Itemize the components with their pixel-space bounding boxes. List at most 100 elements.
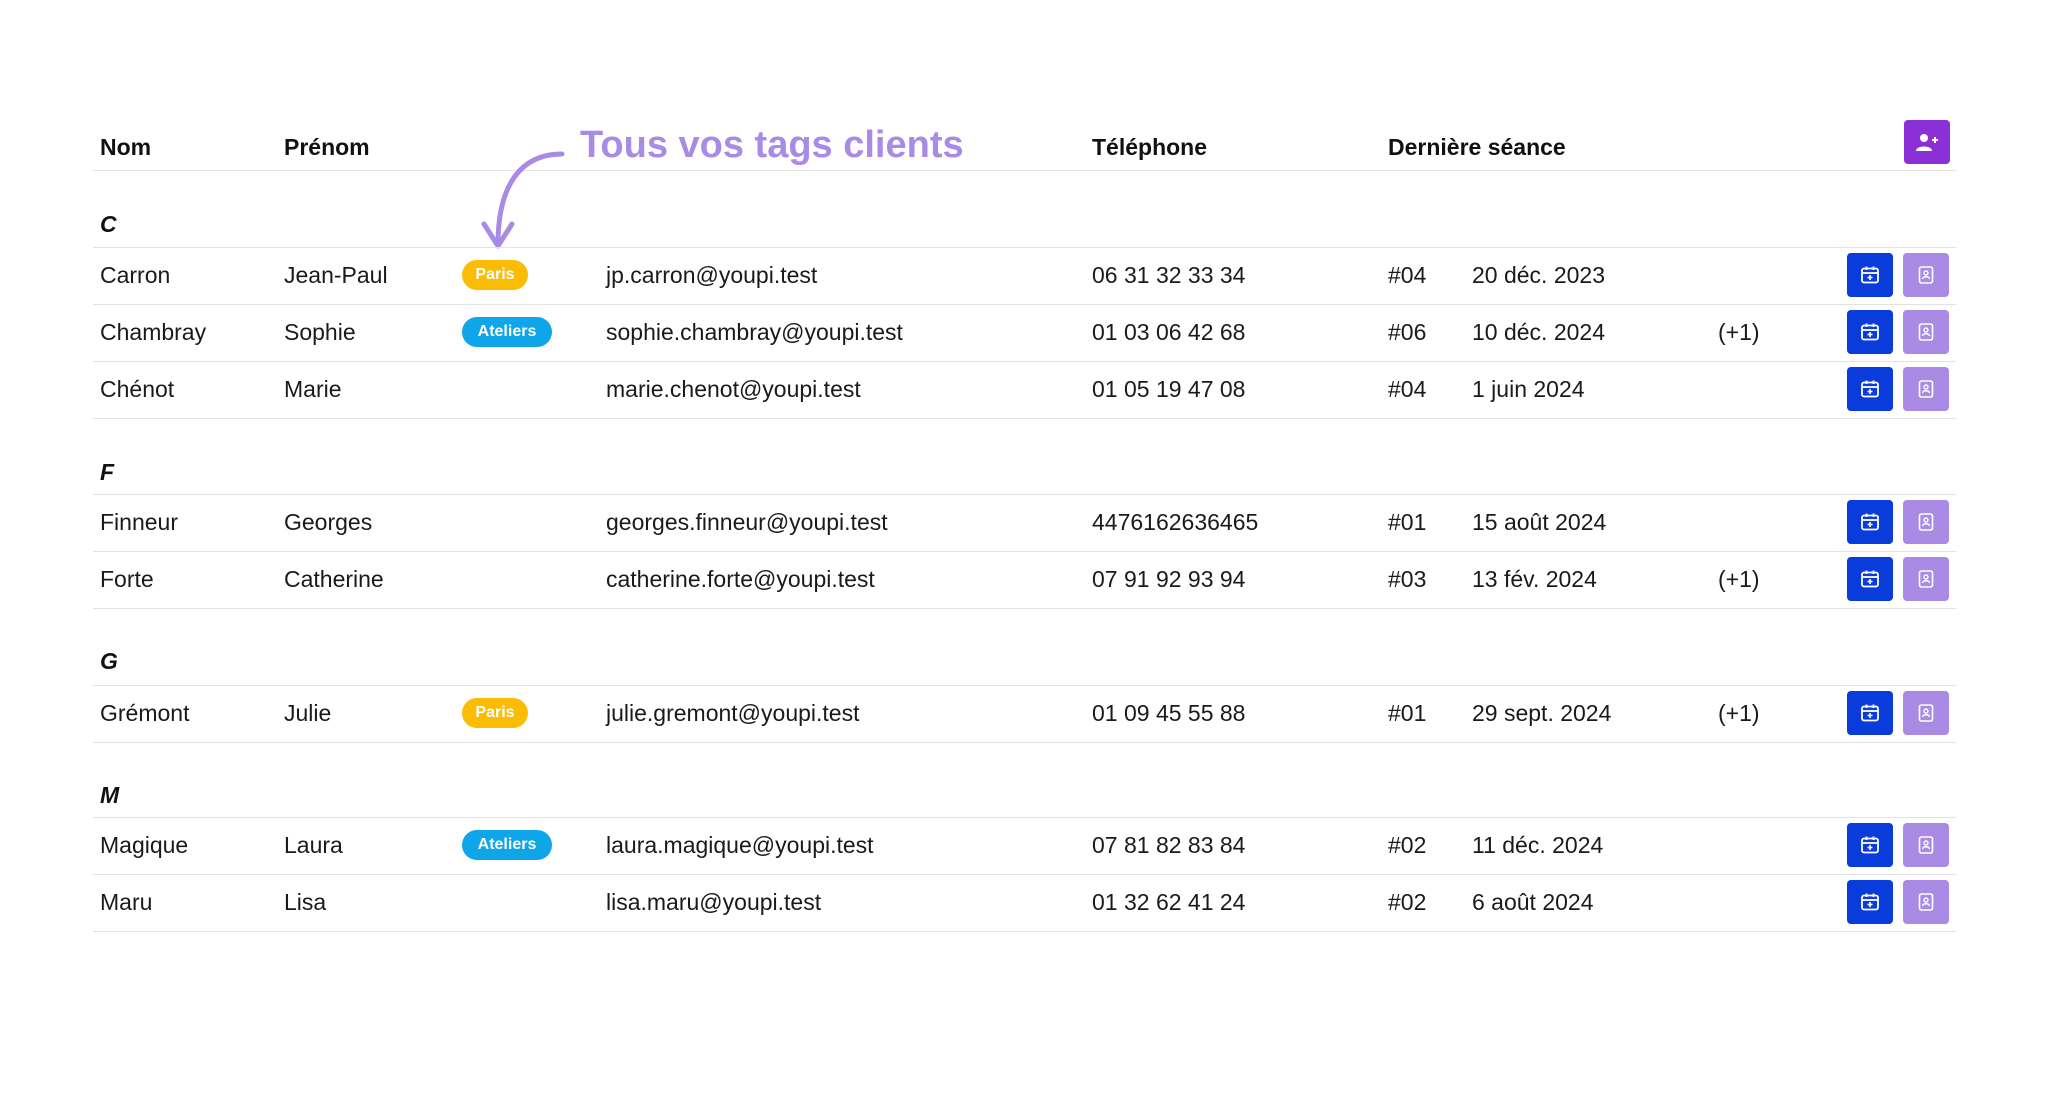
add-session-button[interactable]: [1847, 691, 1893, 735]
column-header-derniere-seance[interactable]: Dernière séance: [1388, 133, 1566, 161]
last-session-date: 1 juin 2024: [1472, 376, 1585, 402]
add-client-button[interactable]: [1904, 120, 1950, 164]
client-email[interactable]: sophie.chambray@youpi.test: [606, 318, 903, 346]
client-email[interactable]: georges.finneur@youpi.test: [606, 508, 888, 536]
client-phone[interactable]: 01 03 06 42 68: [1092, 318, 1245, 346]
contact-card-icon: [1918, 836, 1934, 854]
calendar-plus-icon: [1861, 380, 1879, 398]
calendar-plus-icon: [1861, 570, 1879, 588]
group-letter-g: G: [100, 648, 118, 674]
row-divider: [93, 874, 1956, 875]
client-file-button[interactable]: [1903, 500, 1949, 544]
client-file-button[interactable]: [1903, 367, 1949, 411]
client-last-name: Grémont: [100, 700, 190, 726]
contact-card-icon: [1918, 513, 1934, 531]
client-email[interactable]: jp.carron@youpi.test: [606, 261, 817, 289]
add-session-button[interactable]: [1847, 880, 1893, 924]
session-number: #04: [1388, 376, 1427, 402]
client-phone[interactable]: 06 31 32 33 34: [1092, 261, 1245, 289]
last-session-date: 11 déc. 2024: [1472, 832, 1604, 858]
session-number: #02: [1388, 889, 1427, 915]
tag-badge-ateliers[interactable]: Ateliers: [462, 317, 552, 347]
client-file-button[interactable]: [1903, 880, 1949, 924]
group-divider: [93, 817, 1956, 818]
tag-badge-paris[interactable]: Paris: [462, 698, 528, 728]
column-header-nom[interactable]: Nom: [100, 133, 151, 161]
last-session-date: 20 déc. 2023: [1472, 262, 1606, 288]
session-number: #02: [1388, 832, 1427, 858]
contact-card-icon: [1918, 704, 1934, 722]
client-email[interactable]: julie.gremont@youpi.test: [606, 699, 859, 727]
calendar-plus-icon: [1861, 893, 1879, 911]
client-first-name: Lisa: [284, 889, 327, 915]
client-phone[interactable]: 01 05 19 47 08: [1092, 375, 1245, 403]
session-number: #06: [1388, 319, 1427, 345]
last-session-date: 29 sept. 2024: [1472, 700, 1612, 726]
tag-badge-paris[interactable]: Paris: [462, 260, 528, 290]
client-first-name: Jean-Paul: [284, 262, 388, 288]
session-number: #04: [1388, 262, 1427, 288]
client-file-button[interactable]: [1903, 557, 1949, 601]
last-session-date: 6 août 2024: [1472, 889, 1594, 915]
contact-card-icon: [1918, 570, 1934, 588]
add-session-button[interactable]: [1847, 500, 1893, 544]
session-number: #01: [1388, 700, 1427, 726]
contact-card-icon: [1918, 323, 1934, 341]
group-divider: [93, 494, 1956, 495]
client-phone[interactable]: 07 81 82 83 84: [1092, 831, 1245, 859]
calendar-plus-icon: [1861, 704, 1879, 722]
calendar-plus-icon: [1861, 266, 1879, 284]
add-session-button[interactable]: [1847, 823, 1893, 867]
column-header-prenom[interactable]: Prénom: [284, 133, 370, 161]
client-email[interactable]: marie.chenot@youpi.test: [606, 375, 861, 403]
client-file-button[interactable]: [1903, 691, 1949, 735]
row-divider: [93, 361, 1956, 362]
client-last-name: Carron: [100, 262, 171, 288]
group-divider: [93, 247, 1956, 248]
row-divider: [93, 608, 1956, 609]
client-first-name: Georges: [284, 509, 373, 535]
last-session-date: 15 août 2024: [1472, 509, 1607, 535]
column-header-telephone[interactable]: Téléphone: [1092, 133, 1207, 161]
client-email[interactable]: catherine.forte@youpi.test: [606, 565, 875, 593]
client-email[interactable]: laura.magique@youpi.test: [606, 831, 874, 859]
add-session-button[interactable]: [1847, 310, 1893, 354]
client-first-name: Sophie: [284, 319, 356, 345]
client-email[interactable]: lisa.maru@youpi.test: [606, 888, 821, 916]
client-file-button[interactable]: [1903, 253, 1949, 297]
client-phone[interactable]: 4476162636465: [1092, 508, 1258, 536]
client-last-name: Finneur: [100, 509, 178, 535]
contact-card-icon: [1918, 380, 1934, 398]
extra-sessions-count: (+1): [1718, 700, 1760, 726]
last-session-date: 13 fév. 2024: [1472, 566, 1597, 592]
clients-page: Nom Prénom Téléphone Dernière séance Tou…: [0, 0, 2048, 1093]
session-number: #03: [1388, 566, 1427, 592]
add-session-button[interactable]: [1847, 557, 1893, 601]
client-last-name: Magique: [100, 832, 189, 858]
group-letter-c: C: [100, 211, 117, 237]
calendar-plus-icon: [1861, 323, 1879, 341]
calendar-plus-icon: [1861, 836, 1879, 854]
add-session-button[interactable]: [1847, 367, 1893, 411]
client-first-name: Laura: [284, 832, 343, 858]
tag-badge-ateliers[interactable]: Ateliers: [462, 830, 552, 860]
row-divider: [93, 931, 1956, 932]
extra-sessions-count: (+1): [1718, 319, 1760, 345]
client-phone[interactable]: 01 32 62 41 24: [1092, 888, 1245, 916]
client-file-button[interactable]: [1903, 310, 1949, 354]
row-divider: [93, 418, 1956, 419]
client-first-name: Catherine: [284, 566, 384, 592]
session-number: #01: [1388, 509, 1427, 535]
client-last-name: Maru: [100, 889, 153, 915]
client-first-name: Julie: [284, 700, 332, 726]
contact-card-icon: [1918, 266, 1934, 284]
last-session-date: 10 déc. 2024: [1472, 319, 1606, 345]
add-session-button[interactable]: [1847, 253, 1893, 297]
curved-arrow-icon: [481, 151, 565, 249]
extra-sessions-count: (+1): [1718, 566, 1760, 592]
client-last-name: Chénot: [100, 376, 175, 402]
client-file-button[interactable]: [1903, 823, 1949, 867]
client-last-name: Chambray: [100, 319, 207, 345]
client-phone[interactable]: 07 91 92 93 94: [1092, 565, 1245, 593]
client-phone[interactable]: 01 09 45 55 88: [1092, 699, 1245, 727]
